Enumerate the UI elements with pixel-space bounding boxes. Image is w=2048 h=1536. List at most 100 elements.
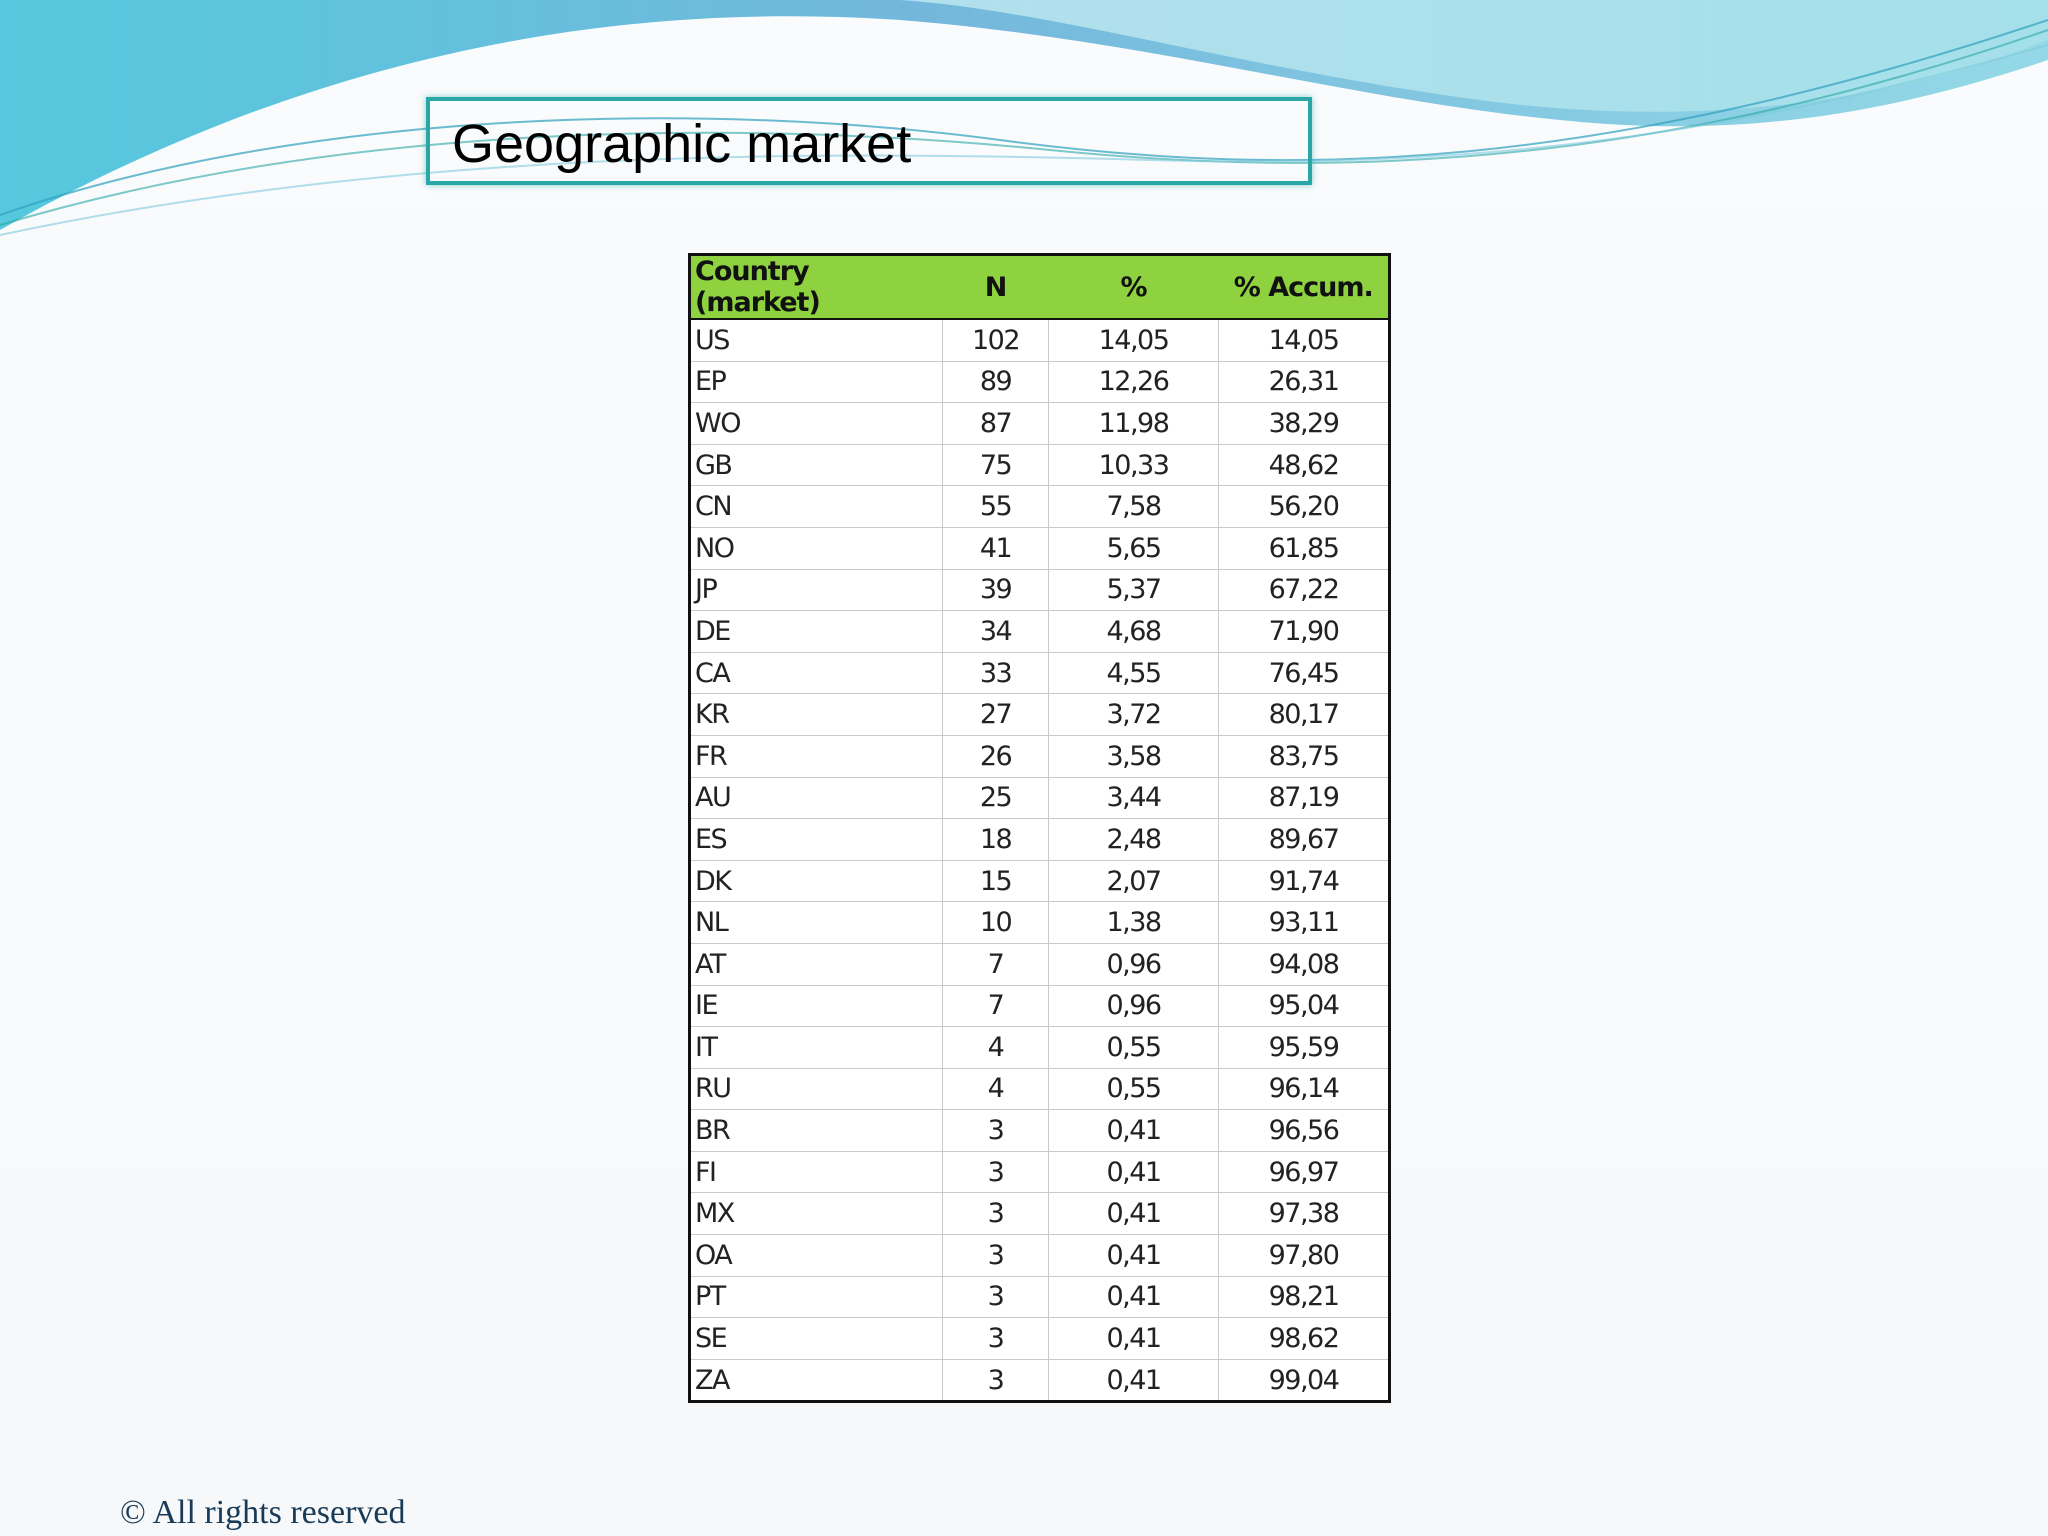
cell-country: EP	[689, 360, 943, 404]
cell-accum: 48,62	[1218, 443, 1390, 487]
cell-accum: 91,74	[1218, 859, 1390, 903]
cell-accum: 98,62	[1218, 1317, 1390, 1360]
table-row: NO 41 5,65 61,85	[689, 526, 1390, 570]
cell-accum: 14,05	[1218, 318, 1390, 362]
cell-country: ES	[689, 818, 943, 861]
cell-country: FI	[689, 1150, 943, 1194]
cell-country: AU	[689, 776, 943, 820]
cell-accum: 94,08	[1218, 942, 1390, 986]
cell-percent: 0,41	[1048, 1234, 1219, 1277]
cell-n: 7	[942, 942, 1049, 986]
cell-country: DE	[689, 610, 943, 653]
cell-accum: 96,14	[1218, 1067, 1390, 1111]
cell-country: CA	[689, 651, 943, 695]
cell-accum: 76,45	[1218, 651, 1390, 695]
table-row: GB 75 10,33 48,62	[689, 443, 1390, 487]
cell-accum: 80,17	[1218, 693, 1390, 736]
cell-accum: 98,21	[1218, 1275, 1390, 1319]
cell-accum: 97,38	[1218, 1192, 1390, 1236]
table-row: EP 89 12,26 26,31	[689, 360, 1390, 404]
cell-percent: 11,98	[1048, 402, 1219, 445]
cell-percent: 0,41	[1048, 1275, 1219, 1319]
table-row: RU 4 0,55 96,14	[689, 1067, 1390, 1111]
cell-n: 3	[942, 1317, 1049, 1360]
table-row: WO 87 11,98 38,29	[689, 402, 1390, 445]
cell-accum: 56,20	[1218, 485, 1390, 528]
cell-accum: 67,22	[1218, 568, 1390, 612]
cell-country: CN	[689, 485, 943, 528]
table-row: CA 33 4,55 76,45	[689, 651, 1390, 695]
cell-percent: 0,96	[1048, 984, 1219, 1028]
cell-country: KR	[689, 693, 943, 736]
cell-accum: 95,59	[1218, 1026, 1390, 1069]
cell-accum: 96,97	[1218, 1150, 1390, 1194]
cell-accum: 83,75	[1218, 734, 1390, 778]
cell-n: 4	[942, 1067, 1049, 1111]
cell-country: DK	[689, 859, 943, 903]
cell-percent: 3,58	[1048, 734, 1219, 778]
cell-n: 18	[942, 818, 1049, 861]
table-body: US 102 14,05 14,05 EP 89 12,26 26,31 WO 87 11,98 38…	[689, 318, 1390, 1403]
cell-accum: 99,04	[1218, 1358, 1390, 1403]
cell-n: 3	[942, 1234, 1049, 1277]
cell-country: PT	[689, 1275, 943, 1319]
cell-accum: 93,11	[1218, 901, 1390, 944]
cell-accum: 97,80	[1218, 1234, 1390, 1277]
cell-n: 39	[942, 568, 1049, 612]
cell-n: 15	[942, 859, 1049, 903]
cell-percent: 1,38	[1048, 901, 1219, 944]
table-row: OA 3 0,41 97,80	[689, 1234, 1390, 1277]
cell-n: 34	[942, 610, 1049, 653]
copyright-footer: © All rights reserved	[120, 1494, 406, 1531]
table-row: BR 3 0,41 96,56	[689, 1109, 1390, 1152]
title-box: Geographic market	[426, 97, 1312, 185]
cell-percent: 4,68	[1048, 610, 1219, 653]
cell-country: MX	[689, 1192, 943, 1236]
table-row: IE 7 0,96 95,04	[689, 984, 1390, 1028]
cell-n: 89	[942, 360, 1049, 404]
cell-n: 25	[942, 776, 1049, 820]
cell-country: JP	[689, 568, 943, 612]
cell-n: 87	[942, 402, 1049, 445]
cell-n: 3	[942, 1358, 1049, 1403]
cell-country: BR	[689, 1109, 943, 1152]
cell-n: 3	[942, 1150, 1049, 1194]
cell-accum: 89,67	[1218, 818, 1390, 861]
cell-percent: 0,41	[1048, 1109, 1219, 1152]
cell-accum: 38,29	[1218, 402, 1390, 445]
cell-percent: 2,07	[1048, 859, 1219, 903]
cell-percent: 2,48	[1048, 818, 1219, 861]
cell-percent: 0,41	[1048, 1317, 1219, 1360]
cell-percent: 0,41	[1048, 1192, 1219, 1236]
cell-n: 41	[942, 526, 1049, 570]
cell-n: 4	[942, 1026, 1049, 1069]
cell-n: 33	[942, 651, 1049, 695]
column-header-country: Country (market)	[689, 254, 943, 320]
table-row: DE 34 4,68 71,90	[689, 610, 1390, 653]
cell-n: 55	[942, 485, 1049, 528]
cell-n: 10	[942, 901, 1049, 944]
cell-percent: 0,41	[1048, 1358, 1219, 1403]
cell-country: NO	[689, 526, 943, 570]
cell-n: 3	[942, 1109, 1049, 1152]
cell-percent: 5,37	[1048, 568, 1219, 612]
column-header-n: N	[942, 254, 1049, 320]
table-row: NL 10 1,38 93,11	[689, 901, 1390, 944]
cell-n: 27	[942, 693, 1049, 736]
cell-percent: 10,33	[1048, 443, 1219, 487]
cell-percent: 0,55	[1048, 1026, 1219, 1069]
table-row: FR 26 3,58 83,75	[689, 734, 1390, 778]
cell-accum: 61,85	[1218, 526, 1390, 570]
table-row: ZA 3 0,41 99,04	[689, 1358, 1390, 1403]
cell-n: 26	[942, 734, 1049, 778]
cell-country: OA	[689, 1234, 943, 1277]
table-row: CN 55 7,58 56,20	[689, 485, 1390, 528]
cell-accum: 96,56	[1218, 1109, 1390, 1152]
cell-country: AT	[689, 942, 943, 986]
cell-country: IT	[689, 1026, 943, 1069]
cell-percent: 5,65	[1048, 526, 1219, 570]
cell-accum: 26,31	[1218, 360, 1390, 404]
cell-percent: 0,96	[1048, 942, 1219, 986]
table-row: FI 3 0,41 96,97	[689, 1150, 1390, 1194]
table-row: JP 39 5,37 67,22	[689, 568, 1390, 612]
